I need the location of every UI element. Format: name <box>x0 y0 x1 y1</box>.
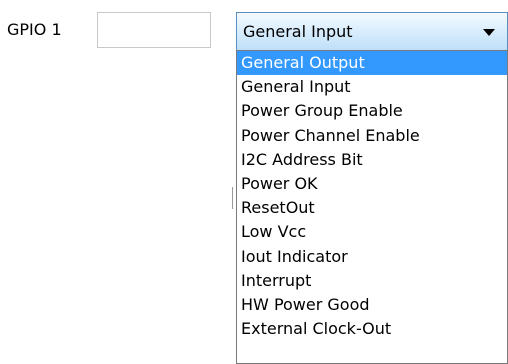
dropdown-option-power-channel-enable[interactable]: Power Channel Enable <box>237 124 507 148</box>
gpio-label: GPIO 1 <box>7 20 62 39</box>
dropdown-list[interactable]: General Output General Input Power Group… <box>236 50 508 364</box>
dropdown-option-hw-power-good[interactable]: HW Power Good <box>237 293 507 317</box>
divider <box>232 187 233 209</box>
dropdown-option-iout-indicator[interactable]: Iout Indicator <box>237 245 507 269</box>
dropdown-option-external-clock-out[interactable]: External Clock-Out <box>237 317 507 341</box>
dropdown-option-i2c-address-bit[interactable]: I2C Address Bit <box>237 148 507 172</box>
dropdown-option-interrupt[interactable]: Interrupt <box>237 269 507 293</box>
dropdown-option-general-output[interactable]: General Output <box>237 51 507 76</box>
dropdown-option-general-input[interactable]: General Input <box>237 75 507 99</box>
select-current-value: General Input <box>243 22 353 41</box>
dropdown-option-low-vcc[interactable]: Low Vcc <box>237 220 507 244</box>
dropdown-arrow-icon[interactable] <box>483 29 495 36</box>
dropdown-option-power-group-enable[interactable]: Power Group Enable <box>237 99 507 123</box>
dropdown-option-resetout[interactable]: ResetOut <box>237 196 507 220</box>
dropdown-option-power-ok[interactable]: Power OK <box>237 172 507 196</box>
gpio-value-field[interactable] <box>97 12 211 48</box>
gpio-mode-select[interactable]: General Input <box>236 12 508 50</box>
